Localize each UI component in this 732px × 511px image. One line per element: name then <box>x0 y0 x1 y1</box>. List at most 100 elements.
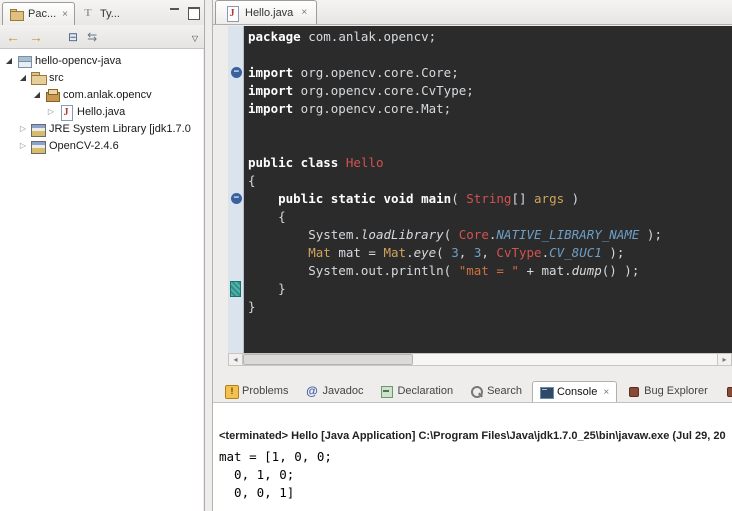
tab-problems[interactable]: Problems <box>218 380 295 402</box>
code-line: import org.opencv.core.Core; <box>248 64 732 82</box>
tab-javadoc[interactable]: Javadoc <box>298 380 370 402</box>
tab-declaration[interactable]: Declaration <box>373 380 460 402</box>
minimize-icon[interactable] <box>168 6 182 19</box>
code-line: } <box>248 298 732 316</box>
editor-gutter[interactable]: −− <box>228 26 244 353</box>
bug-icon <box>627 385 640 398</box>
editor-tab-label: Hello.java <box>245 7 293 19</box>
console-tab-label: Bug Explorer <box>644 385 708 397</box>
console-output-line: mat = [1, 0, 0; <box>219 448 728 466</box>
tree-item[interactable]: ▷ OpenCV-2.4.6 <box>0 137 203 154</box>
declaration-icon <box>380 385 393 398</box>
tab-package-explorer[interactable]: Pac... × <box>2 2 75 25</box>
console-output: mat = [1, 0, 0; 0, 1, 0; 0, 0, 1] <box>219 448 728 502</box>
maximize-icon[interactable] <box>186 6 200 19</box>
java-file-icon <box>59 105 74 119</box>
tab-bug-explorer[interactable]: Bug Explorer <box>620 380 715 402</box>
view-menu-icon[interactable] <box>192 30 198 43</box>
close-icon[interactable]: × <box>301 7 307 18</box>
code-line <box>248 136 732 154</box>
panel-sash[interactable] <box>205 0 213 511</box>
code-line <box>248 46 732 64</box>
code-editor: −− package com.anlak.opencv; import org.… <box>228 26 732 353</box>
expand-arrow-icon[interactable]: ▷ <box>46 107 56 116</box>
tab-hello-java[interactable]: Hello.java × <box>215 0 317 24</box>
tree-item-label: JRE System Library [jdk1.7.0 <box>49 123 191 135</box>
tree-item[interactable]: ◢ hello-opencv-java <box>0 52 203 69</box>
problems-icon <box>225 385 238 398</box>
console-view: Problems Javadoc Declaration Search Console ×… <box>213 378 732 511</box>
package-explorer-tree: ◢ hello-opencv-java ◢ src ◢ com.anlak.opencv ▷… <box>0 49 203 511</box>
tree-item-label: src <box>49 72 64 84</box>
view-window-buttons <box>168 0 204 25</box>
editor-tabbar: Hello.java × <box>213 0 732 25</box>
console-output-line: 0, 0, 1] <box>219 484 728 502</box>
tree-item-label: hello-opencv-java <box>35 55 121 67</box>
forward-icon[interactable] <box>29 30 43 44</box>
tab-type-hierarchy[interactable]: Ty... <box>75 2 126 25</box>
library-icon <box>31 139 46 153</box>
package-explorer-view: Pac... × Ty... ◢ hello-opencv-java ◢ src ◢ co… <box>0 0 205 511</box>
tree-item-label: OpenCV-2.4.6 <box>49 140 119 152</box>
tree-item-label: com.anlak.opencv <box>63 89 152 101</box>
tree-item[interactable]: ▷Hello.java <box>0 103 203 120</box>
scroll-right-icon[interactable]: ▸ <box>717 353 732 366</box>
code-line: package com.anlak.opencv; <box>248 28 732 46</box>
code-area[interactable]: package com.anlak.opencv; import org.ope… <box>244 26 732 353</box>
tab-bug[interactable]: Bug <box>718 380 732 402</box>
console-tab-label: Search <box>487 385 522 397</box>
expand-arrow-icon[interactable]: ▷ <box>18 141 28 150</box>
code-line: import org.opencv.core.Mat; <box>248 100 732 118</box>
explorer-toolbar <box>0 25 204 49</box>
code-line: public class Hello <box>248 154 732 172</box>
console-tabbar: Problems Javadoc Declaration Search Console ×… <box>213 378 732 402</box>
javadoc-icon <box>305 385 318 398</box>
search-icon <box>470 385 483 398</box>
package-explorer-icon <box>9 7 24 21</box>
console-body: <terminated> Hello [Java Application] C:… <box>213 402 732 511</box>
scrollbar-thumb[interactable] <box>243 354 413 365</box>
collapse-arrow-icon[interactable]: ◢ <box>32 90 42 99</box>
console-icon <box>540 386 553 399</box>
fold-collapse-icon[interactable]: − <box>231 193 242 204</box>
editor-zone: −− package com.anlak.opencv; import org.… <box>213 25 732 366</box>
back-icon[interactable] <box>6 30 20 44</box>
tree-item[interactable]: ◢ src <box>0 69 203 86</box>
collapse-arrow-icon[interactable]: ◢ <box>4 56 14 65</box>
scrollbar-track[interactable] <box>243 353 717 366</box>
code-line: } <box>248 280 732 298</box>
close-icon[interactable]: × <box>603 387 609 398</box>
console-tab-label: Javadoc <box>322 385 363 397</box>
cursor-line-marker <box>230 281 241 297</box>
console-status-line: <terminated> Hello [Java Application] C:… <box>219 429 728 444</box>
code-line: public static void main( String[] args ) <box>248 190 732 208</box>
code-line: { <box>248 208 732 226</box>
tree-item[interactable]: ▷ JRE System Library [jdk1.7.0 <box>0 120 203 137</box>
editor-horizontal-scrollbar[interactable]: ◂ ▸ <box>228 353 732 366</box>
fold-collapse-icon[interactable]: − <box>231 67 242 78</box>
source-folder-icon <box>31 71 46 85</box>
eclipse-workbench: { "package_explorer": { "tabs": [ { "lab… <box>0 0 732 511</box>
scroll-left-icon[interactable]: ◂ <box>228 353 243 366</box>
expand-arrow-icon[interactable]: ▷ <box>18 124 28 133</box>
library-icon <box>31 122 46 136</box>
tab-search[interactable]: Search <box>463 380 529 402</box>
link-with-editor-icon[interactable] <box>87 30 97 43</box>
type-hierarchy-icon <box>81 7 96 21</box>
console-output-line: 0, 1, 0; <box>219 466 728 484</box>
tab-package-explorer-label: Pac... <box>28 8 56 20</box>
tree-item[interactable]: ◢ com.anlak.opencv <box>0 86 203 103</box>
collapse-all-icon[interactable] <box>68 30 78 43</box>
collapse-arrow-icon[interactable]: ◢ <box>18 73 28 82</box>
code-line <box>248 118 732 136</box>
console-tab-label: Declaration <box>397 385 453 397</box>
tab-console[interactable]: Console × <box>532 381 617 402</box>
project-icon <box>17 54 32 68</box>
bug-icon <box>725 385 732 398</box>
java-file-icon <box>225 6 240 20</box>
code-line: Mat mat = Mat.eye( 3, 3, CvType.CV_8UC1 … <box>248 244 732 262</box>
tab-type-hierarchy-label: Ty... <box>100 8 120 20</box>
console-tab-label: Console <box>557 386 597 398</box>
close-icon[interactable]: × <box>62 9 68 20</box>
code-line: System.out.println( "mat = " + mat.dump(… <box>248 262 732 280</box>
